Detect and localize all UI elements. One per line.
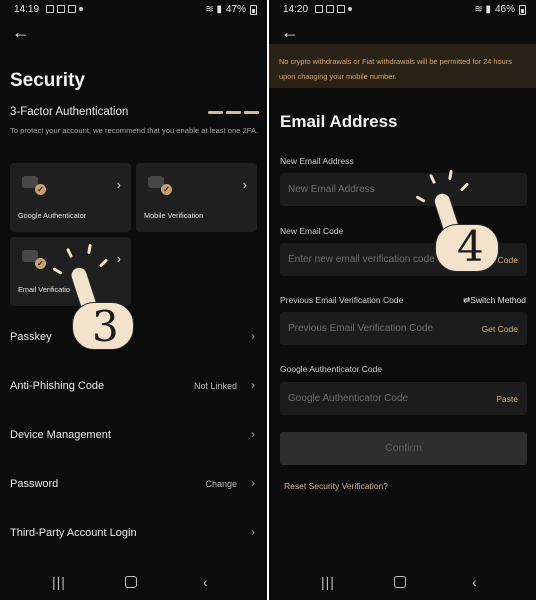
anti-phishing-row[interactable]: Anti-Phishing Code Not Linked › xyxy=(10,377,257,397)
page-title: Email Address xyxy=(280,112,398,131)
row-label: Third-Party Account Login xyxy=(10,527,137,539)
wifi-signal-icon: ≋ ▮ xyxy=(205,4,222,15)
home-icon[interactable] xyxy=(394,576,406,588)
input-placeholder: Enter new email verification code xyxy=(288,254,435,265)
battery-text: 46% xyxy=(494,4,515,15)
step-number: 4 xyxy=(457,222,484,271)
screenshot-comparison: 14:19 ≋ ▮ 47% ← Security 3-Factor Authen… xyxy=(0,0,536,600)
switch-method-button[interactable]: ⇄Switch Method xyxy=(463,295,526,306)
chevron-right-icon: › xyxy=(251,525,255,539)
row-label: Passkey xyxy=(10,331,52,343)
row-label: Anti-Phishing Code xyxy=(10,380,105,392)
progress-segment xyxy=(226,111,241,114)
tfa-title: 3-Factor Authentication xyxy=(10,106,129,118)
chevron-right-icon: › xyxy=(251,329,255,343)
tfa-description: To protect your account, we recommend th… xyxy=(10,126,259,135)
google-authenticator-code-label: Google Authenticator Code xyxy=(280,364,383,374)
google-authenticator-code-input[interactable]: Google Authenticator Code Paste xyxy=(280,382,527,415)
recents-icon[interactable]: ||| xyxy=(52,572,66,592)
battery-text: 47% xyxy=(225,4,246,15)
status-bar: 14:19 ≋ ▮ 47% xyxy=(0,0,267,20)
battery-icon xyxy=(519,4,526,15)
tap-hand-icon: 3 xyxy=(52,243,152,356)
row-value: Change xyxy=(205,479,237,489)
input-placeholder: Previous Email Verification Code xyxy=(288,323,434,334)
previous-email-code-label: Previous Email Verification Code xyxy=(280,295,404,305)
chevron-right-icon: › xyxy=(251,476,255,490)
get-code-button[interactable]: Get Code xyxy=(482,324,518,334)
status-right: ≋ ▮ 47% xyxy=(205,4,257,15)
password-row[interactable]: Password Change › xyxy=(10,475,257,495)
security-screen: 14:19 ≋ ▮ 47% ← Security 3-Factor Authen… xyxy=(0,0,267,600)
confirm-label: Confirm xyxy=(385,442,422,454)
notice-text: No crypto withdrawals or Fiat withdrawal… xyxy=(279,57,512,81)
third-party-login-row[interactable]: Third-Party Account Login › xyxy=(10,524,257,544)
previous-email-code-input[interactable]: Previous Email Verification Code Get Cod… xyxy=(280,312,527,345)
new-email-label: New Email Address xyxy=(280,156,354,166)
battery-icon xyxy=(250,4,257,15)
mobile-verification-card[interactable]: ✓ › Mobile Verification xyxy=(136,163,257,232)
progress-segment xyxy=(244,111,259,114)
chevron-right-icon: › xyxy=(251,378,255,392)
android-nav-bar: ||| ‹ xyxy=(269,572,536,592)
android-nav-bar: ||| ‹ xyxy=(0,572,267,592)
wifi-signal-icon: ≋ ▮ xyxy=(474,4,491,15)
tfa-progress-bar xyxy=(208,111,259,114)
status-time: 14:19 xyxy=(14,4,40,15)
home-icon[interactable] xyxy=(125,576,137,588)
card-label: Google Authenticator xyxy=(18,211,87,220)
status-time: 14:20 xyxy=(283,4,309,15)
input-placeholder: Google Authenticator Code xyxy=(288,393,409,404)
reset-security-link[interactable]: Reset Security Verification? xyxy=(284,481,388,491)
back-nav-icon[interactable]: ‹ xyxy=(472,572,477,592)
progress-segment xyxy=(208,111,223,114)
row-label: Password xyxy=(10,478,59,490)
recents-icon[interactable]: ||| xyxy=(321,572,335,592)
step-number: 3 xyxy=(92,302,119,351)
row-value: Not Linked xyxy=(193,381,237,391)
email-change-screen: 14:20 ≋ ▮ 46% ← No crypto withdrawals or… xyxy=(269,0,536,600)
chevron-right-icon: › xyxy=(251,427,255,441)
chevron-right-icon: › xyxy=(116,177,121,192)
status-bar: 14:20 ≋ ▮ 46% xyxy=(269,0,536,20)
back-nav-icon[interactable]: ‹ xyxy=(203,572,208,592)
status-right: ≋ ▮ 46% xyxy=(474,4,526,15)
google-authenticator-card[interactable]: ✓ › Google Authenticator xyxy=(10,163,131,232)
back-arrow-icon[interactable]: ← xyxy=(281,22,299,42)
withdrawal-notice-banner: No crypto withdrawals or Fiat withdrawal… xyxy=(269,44,536,88)
check-icon: ✓ xyxy=(35,184,46,195)
page-title: Security xyxy=(10,70,85,91)
card-label: Mobile Verification xyxy=(144,211,204,220)
chevron-right-icon: › xyxy=(242,177,247,192)
tap-hand-icon: 4 xyxy=(415,169,517,275)
check-icon: ✓ xyxy=(161,184,172,195)
paste-button[interactable]: Paste xyxy=(496,394,518,404)
back-arrow-icon[interactable]: ← xyxy=(12,22,30,42)
device-management-row[interactable]: Device Management › xyxy=(10,426,257,446)
notification-icons xyxy=(46,5,83,13)
input-placeholder: New Email Address xyxy=(288,184,375,195)
confirm-button[interactable]: Confirm xyxy=(280,432,527,465)
new-email-code-label: New Email Code xyxy=(280,226,344,236)
check-icon: ✓ xyxy=(35,258,46,269)
row-label: Device Management xyxy=(10,429,111,441)
notification-icons xyxy=(315,5,352,13)
